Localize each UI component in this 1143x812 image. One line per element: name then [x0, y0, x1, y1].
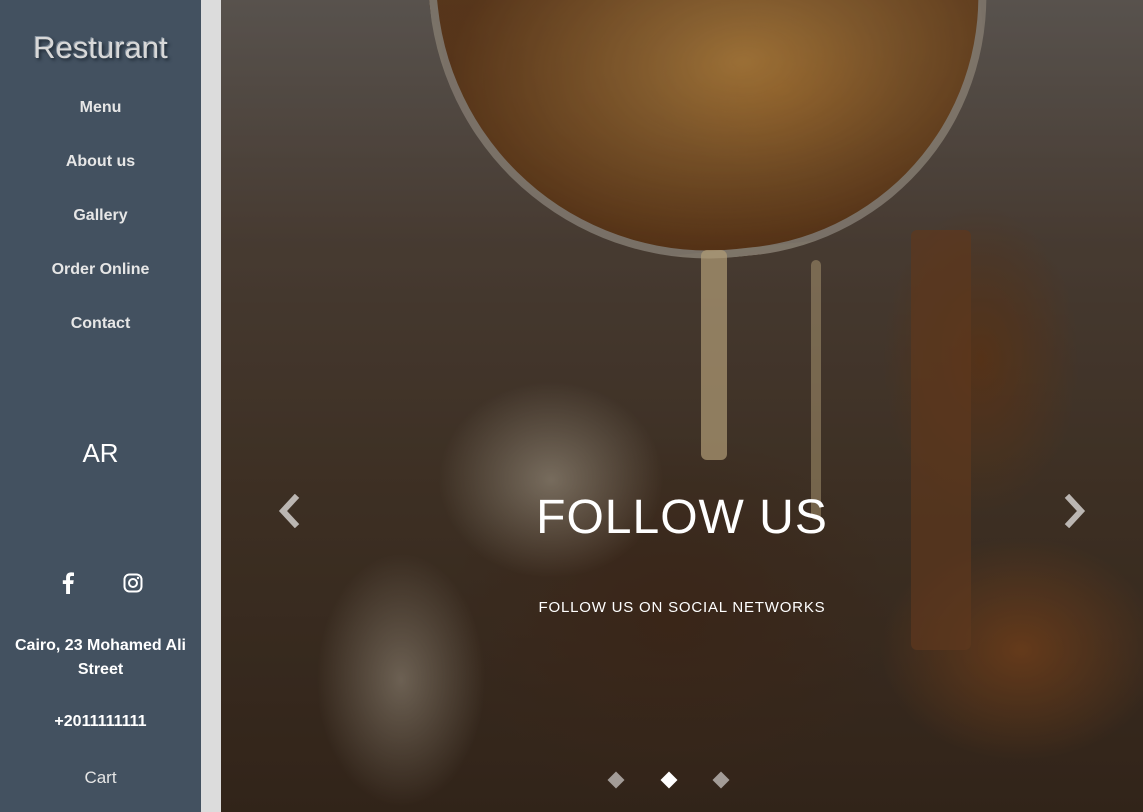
facebook-icon[interactable]	[56, 571, 80, 595]
sidebar-nav: Menu About us Gallery Order Online Conta…	[0, 96, 201, 366]
instagram-icon[interactable]	[121, 571, 145, 595]
hero-title: FOLLOW US	[536, 491, 828, 544]
carousel-indicator-1[interactable]	[607, 771, 625, 789]
hero-carousel: FOLLOW US FOLLOW US ON SOCIAL NETWORKS	[221, 0, 1143, 812]
nav-item-gallery[interactable]: Gallery	[0, 204, 201, 258]
nav-item-menu[interactable]: Menu	[0, 96, 201, 150]
language-switch[interactable]: AR	[0, 438, 201, 469]
cart-link[interactable]: Cart	[0, 768, 201, 788]
brand-logo[interactable]: Resturant	[0, 30, 201, 66]
page: Resturant Menu About us Gallery Order On…	[0, 0, 1143, 812]
sidebar: Resturant Menu About us Gallery Order On…	[0, 0, 201, 812]
social-links	[0, 571, 201, 597]
hero-subtitle: FOLLOW US ON SOCIAL NETWORKS	[538, 599, 826, 616]
hero-overlay	[221, 0, 1143, 812]
carousel-indicator-3[interactable]	[712, 771, 730, 789]
address-text: Cairo, 23 Mohamed Ali Street	[15, 637, 186, 678]
carousel-indicator-2[interactable]	[660, 771, 678, 789]
nav-item-about-us[interactable]: About us	[0, 150, 201, 204]
carousel-indicators	[221, 771, 1143, 792]
nav-item-order-online[interactable]: Order Online	[0, 258, 201, 312]
phone-number[interactable]: +2011111111	[0, 713, 201, 731]
nav-item-contact[interactable]: Contact	[0, 312, 201, 366]
